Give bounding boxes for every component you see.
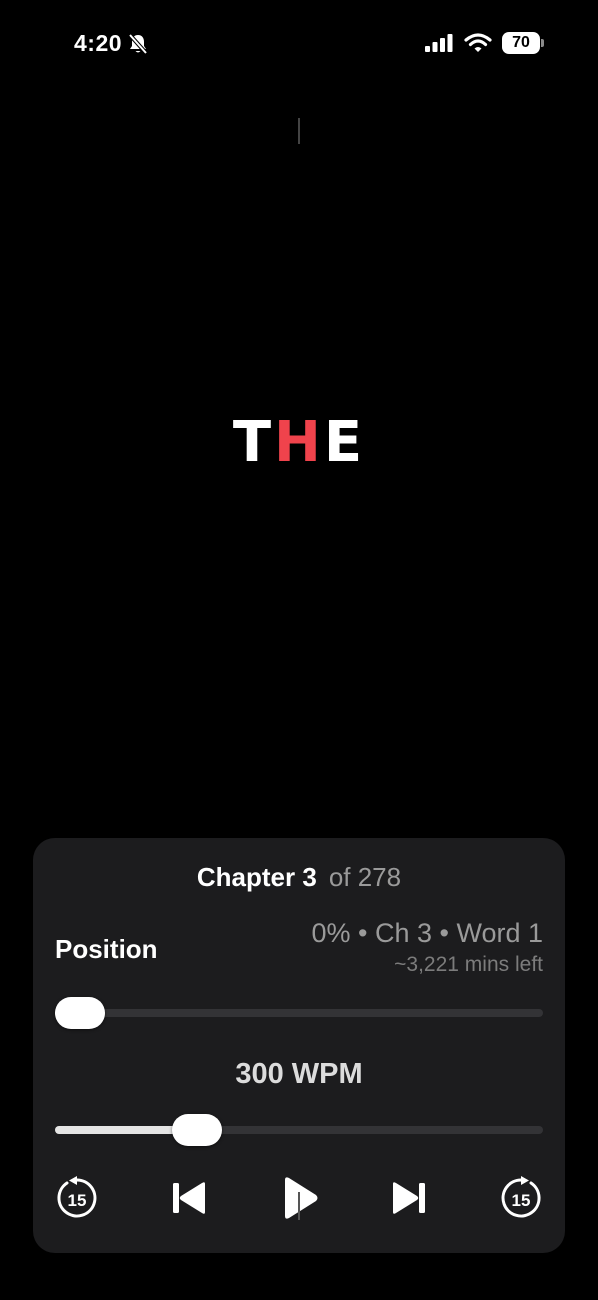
position-info: 0% • Ch 3 • Word 1 ~3,221 mins left bbox=[311, 918, 543, 977]
bell-muted-icon bbox=[128, 33, 148, 55]
rsvp-word: THE bbox=[0, 410, 598, 475]
forward-15-label: 15 bbox=[512, 1191, 531, 1210]
reader-control-panel: Chapter 3 of 278 Position 0% • Ch 3 • Wor… bbox=[33, 838, 565, 1253]
rewind-15-button[interactable]: 15 bbox=[53, 1174, 101, 1222]
chapter-count: of 278 bbox=[328, 862, 402, 892]
word-focus-letter: H bbox=[274, 410, 324, 475]
status-icons: 70 bbox=[424, 32, 544, 54]
skip-next-icon bbox=[393, 1182, 425, 1214]
wpm-label: 300 WPM bbox=[235, 1058, 363, 1090]
word-suffix: E bbox=[323, 410, 366, 475]
chapter-selector[interactable]: Chapter 3 of 278 bbox=[33, 862, 565, 893]
rewind-15-icon: 15 bbox=[57, 1176, 97, 1218]
battery-tip bbox=[541, 39, 544, 47]
time-group: 4:20 bbox=[74, 30, 148, 57]
position-detail: 0% • Ch 3 • Word 1 bbox=[311, 918, 543, 948]
focus-guide-bottom bbox=[298, 1192, 300, 1220]
position-label: Position bbox=[55, 934, 158, 964]
wifi-icon bbox=[464, 32, 492, 54]
position-slider[interactable] bbox=[55, 997, 543, 1029]
battery-indicator: 70 bbox=[502, 32, 544, 54]
speed-slider-thumb[interactable] bbox=[171, 1114, 222, 1146]
focus-guide-top bbox=[298, 118, 300, 144]
forward-15-icon: 15 bbox=[501, 1176, 541, 1218]
cellular-signal-icon bbox=[424, 33, 454, 53]
next-button[interactable] bbox=[385, 1174, 433, 1222]
chapter-title: Chapter 3 bbox=[196, 862, 317, 892]
time-remaining: ~3,221 mins left bbox=[394, 953, 543, 976]
status-bar: 4:20 70 bbox=[0, 0, 598, 88]
forward-15-button[interactable]: 15 bbox=[497, 1174, 545, 1222]
speed-slider[interactable] bbox=[55, 1114, 543, 1146]
status-time: 4:20 bbox=[74, 30, 123, 56]
word-prefix: T bbox=[232, 410, 275, 475]
previous-button[interactable] bbox=[165, 1174, 213, 1222]
rewind-15-label: 15 bbox=[68, 1191, 87, 1210]
position-slider-thumb[interactable] bbox=[55, 997, 105, 1029]
skip-previous-icon bbox=[173, 1182, 205, 1214]
battery-level: 70 bbox=[502, 32, 540, 54]
